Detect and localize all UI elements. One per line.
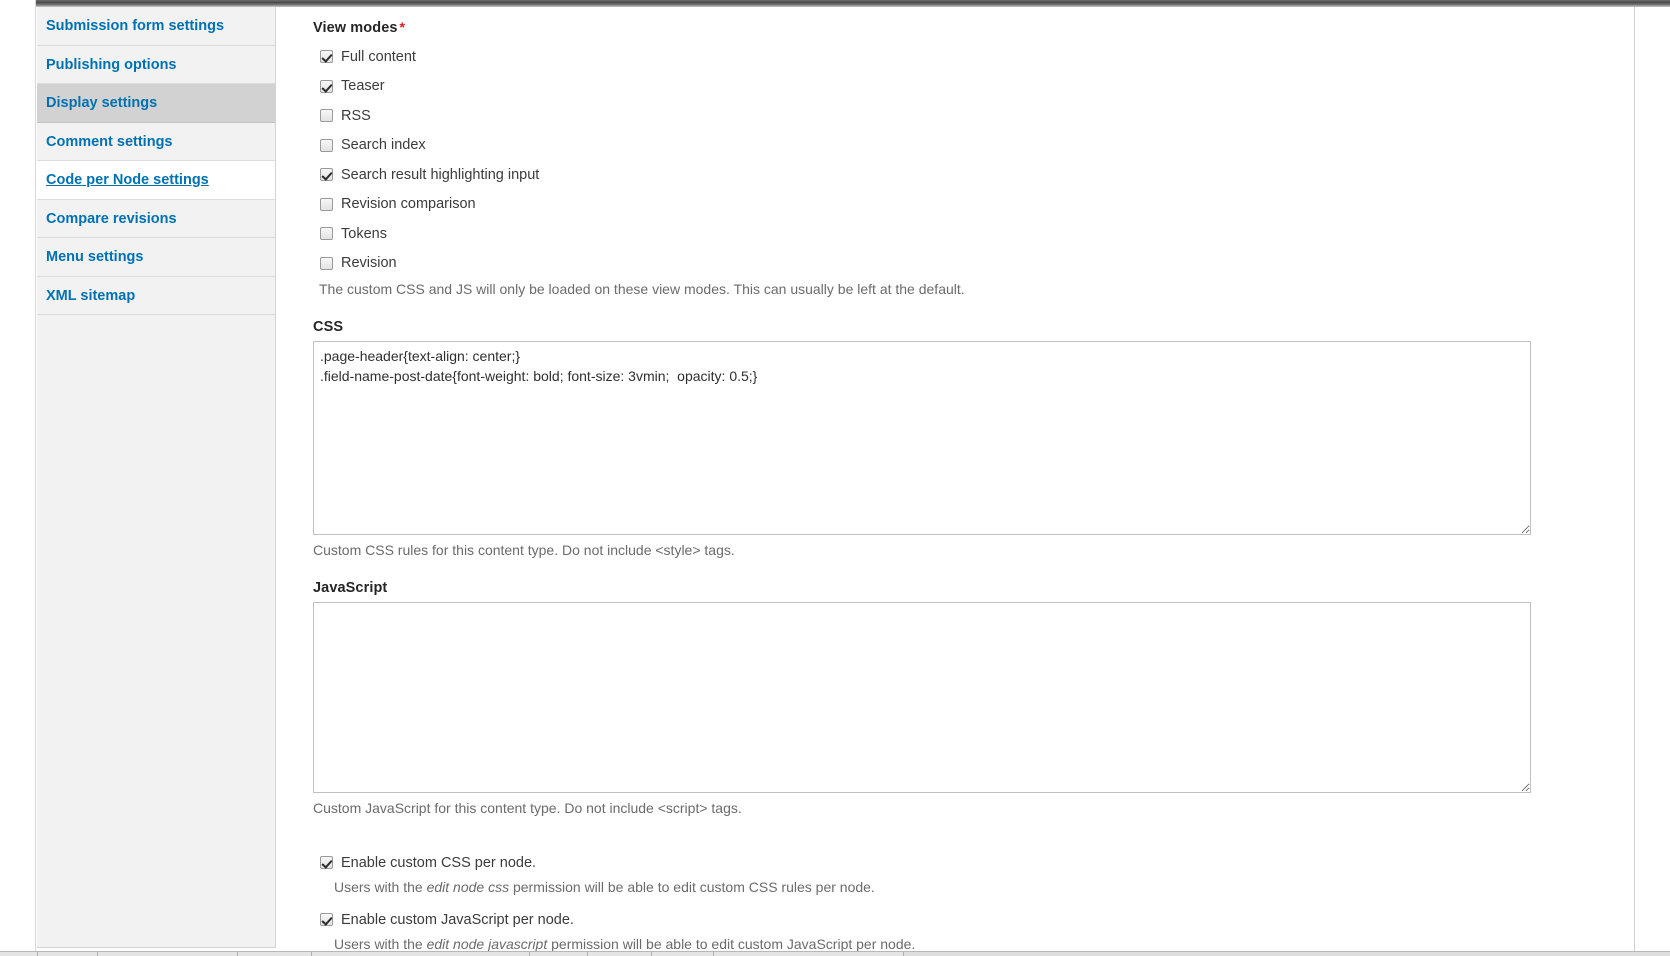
- view-modes-label-text: View modes: [313, 20, 398, 36]
- desc-suffix: permission will be able to edit custom J…: [547, 936, 916, 952]
- view-modes-label: View modes *: [313, 19, 1615, 36]
- taskbar-item[interactable]: [38, 952, 98, 956]
- sidebar-item-label: Submission form settings: [46, 18, 225, 34]
- view-mode-option-full-content[interactable]: Full content: [313, 42, 1615, 72]
- page-root: Submission form settings Publishing opti…: [0, 0, 1670, 956]
- desc-prefix: Users with the: [334, 936, 427, 952]
- taskbar-item[interactable]: [238, 952, 312, 956]
- view-mode-label: Tokens: [341, 225, 387, 242]
- enable-custom-js-label: Enable custom JavaScript per node.: [341, 911, 574, 928]
- checkbox-icon[interactable]: [320, 856, 333, 869]
- sidebar-item-label: XML sitemap: [46, 287, 136, 304]
- checkbox-icon[interactable]: [320, 109, 333, 123]
- taskbar-item[interactable]: [530, 952, 588, 956]
- checkbox-icon[interactable]: [320, 79, 333, 93]
- page-left-gutter: [0, 0, 36, 956]
- js-field-group: JavaScript Custom JavaScript for this co…: [313, 580, 1615, 816]
- view-mode-label: Teaser: [341, 78, 385, 95]
- enable-custom-css-label: Enable custom CSS per node.: [341, 854, 537, 871]
- view-mode-label: Search result highlighting input: [341, 166, 540, 183]
- js-field-description: Custom JavaScript for this content type.…: [313, 800, 742, 816]
- view-modes-checkbox-group: Full content Teaser RSS Search index Sea…: [313, 42, 1615, 278]
- taskbar-item[interactable]: [98, 952, 238, 956]
- desc-prefix: Users with the: [334, 879, 427, 895]
- sidebar-item-code-per-node-settings[interactable]: Code per Node settings: [37, 161, 275, 200]
- view-mode-option-teaser[interactable]: Teaser: [313, 72, 1615, 102]
- desc-suffix: permission will be able to edit custom C…: [509, 879, 875, 895]
- sidebar-item-compare-revisions[interactable]: Compare revisions: [37, 199, 275, 238]
- os-taskbar-sliver: [0, 951, 1670, 956]
- taskbar-item[interactable]: [588, 952, 652, 956]
- view-mode-label: Search index: [341, 137, 426, 154]
- taskbar-item[interactable]: [0, 952, 38, 956]
- css-textarea[interactable]: [313, 341, 1531, 535]
- enable-options-group: Enable custom CSS per node. Users with t…: [313, 850, 1615, 952]
- view-mode-option-tokens[interactable]: Tokens: [313, 219, 1615, 249]
- vertical-tabs-sidebar: Submission form settings Publishing opti…: [37, 7, 276, 948]
- view-mode-label: RSS: [341, 107, 371, 124]
- checkbox-icon[interactable]: [320, 913, 333, 926]
- sidebar-item-label: Display settings: [46, 95, 158, 111]
- view-mode-option-revision[interactable]: Revision: [313, 249, 1615, 279]
- javascript-textarea[interactable]: [313, 602, 1531, 793]
- checkbox-icon[interactable]: [320, 227, 333, 241]
- view-mode-option-search-result-highlighting-input[interactable]: Search result highlighting input: [313, 160, 1615, 190]
- css-field-label: CSS: [313, 319, 344, 335]
- enable-custom-js-per-node-row[interactable]: Enable custom JavaScript per node.: [313, 907, 1615, 932]
- enable-custom-css-description: Users with the edit node css permission …: [334, 879, 1615, 895]
- desc-permission-name: edit node css: [426, 879, 510, 895]
- browser-chrome-strip: [0, 0, 1670, 7]
- view-mode-label: Full content: [341, 48, 416, 65]
- css-field-description: Custom CSS rules for this content type. …: [313, 542, 735, 558]
- sidebar-item-comment-settings[interactable]: Comment settings: [37, 122, 275, 161]
- sidebar-item-publishing-options[interactable]: Publishing options: [37, 45, 275, 84]
- view-mode-option-rss[interactable]: RSS: [313, 101, 1615, 131]
- required-marker: *: [399, 19, 406, 35]
- desc-permission-name: edit node javascript: [426, 936, 548, 952]
- enable-custom-js-description: Users with the edit node javascript perm…: [334, 936, 1615, 952]
- enable-custom-css-per-node-row[interactable]: Enable custom CSS per node.: [313, 850, 1615, 875]
- sidebar-item-label: Menu settings: [46, 249, 144, 265]
- view-modes-description: The custom CSS and JS will only be loade…: [319, 281, 965, 297]
- checkbox-icon[interactable]: [320, 197, 333, 211]
- sidebar-item-label: Code per Node settings: [46, 172, 209, 188]
- taskbar-item[interactable]: [652, 952, 714, 956]
- js-field-label: JavaScript: [313, 580, 388, 596]
- page-right-gutter: [1634, 7, 1670, 956]
- view-mode-label: Revision comparison: [341, 196, 476, 213]
- checkbox-icon[interactable]: [320, 50, 333, 64]
- checkbox-icon[interactable]: [320, 256, 333, 270]
- css-field-group: CSS Custom CSS rules for this content ty…: [313, 319, 1615, 558]
- view-mode-option-revision-comparison[interactable]: Revision comparison: [313, 190, 1615, 220]
- sidebar-item-display-settings[interactable]: Display settings: [37, 84, 275, 123]
- taskbar-item[interactable]: [714, 952, 904, 956]
- sidebar-item-menu-settings[interactable]: Menu settings: [37, 238, 275, 277]
- checkbox-icon[interactable]: [320, 138, 333, 152]
- view-mode-label: Revision: [341, 255, 397, 272]
- taskbar-item[interactable]: [312, 952, 530, 956]
- view-mode-option-search-index[interactable]: Search index: [313, 131, 1615, 161]
- code-per-node-settings-pane: View modes * Full content Teaser RSS Sear…: [277, 7, 1633, 956]
- sidebar-item-label: Compare revisions: [46, 210, 177, 227]
- sidebar-item-label: Comment settings: [46, 133, 173, 150]
- sidebar-item-label: Publishing options: [46, 56, 177, 73]
- checkbox-icon[interactable]: [320, 168, 333, 182]
- sidebar-item-submission-form-settings[interactable]: Submission form settings: [37, 7, 275, 46]
- sidebar-item-xml-sitemap[interactable]: XML sitemap: [37, 276, 275, 315]
